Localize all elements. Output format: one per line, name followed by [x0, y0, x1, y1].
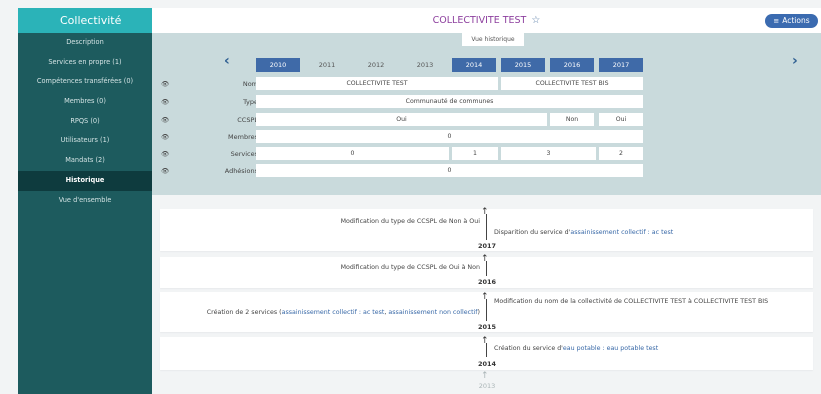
sidebar-item-description[interactable]: Description: [18, 33, 152, 53]
timeline-line: [486, 299, 487, 321]
page-title: COLLECTIVITE TEST ☆: [152, 8, 821, 33]
event-2016-left: Modification du type de CCSPL de Oui à N…: [340, 264, 480, 271]
timeline-line: [486, 261, 487, 276]
year-2015[interactable]: 2015: [501, 58, 545, 72]
history-panel: Vue historique ‹ › 2010 2011 2012 2013 2…: [152, 33, 821, 195]
cell-adhesions-1: 0: [256, 164, 643, 177]
timeline-line: [486, 214, 487, 240]
sidebar-item-mandats[interactable]: Mandats (2): [18, 151, 152, 171]
row-label-ccspl: CCSPL: [237, 116, 258, 124]
chevron-left-icon[interactable]: ‹: [224, 53, 230, 69]
menu-icon: ≡: [773, 17, 780, 25]
event-text: Création de 2 services (: [206, 309, 282, 316]
event-2015-left: Création de 2 services (assainissement c…: [207, 309, 480, 316]
star-icon[interactable]: ☆: [531, 15, 540, 26]
event-text: Disparition du service d': [494, 229, 571, 236]
timeline-year-2015: 2015: [477, 323, 497, 331]
up-arrow-icon: ↑: [481, 207, 489, 217]
cell-services-1: 0: [256, 147, 449, 160]
eye-icon[interactable]: 👁: [161, 98, 169, 106]
up-arrow-icon: ↑: [481, 371, 489, 381]
up-arrow-icon: ↑: [481, 254, 489, 264]
tab-vue-historique[interactable]: Vue historique: [462, 33, 524, 46]
cell-nom-2: COLLECTIVITE TEST BIS: [501, 77, 643, 90]
service-link[interactable]: eau potable : eau potable test: [563, 345, 658, 352]
cell-ccspl-1: Oui: [256, 113, 547, 126]
sidebar-header[interactable]: Collectivité: [18, 8, 158, 33]
year-2010[interactable]: 2010: [256, 58, 300, 72]
cell-services-2: 1: [452, 147, 498, 160]
sidebar-item-rpqs[interactable]: RPQS (0): [18, 112, 152, 132]
event-text: ): [477, 309, 480, 316]
sidebar-item-historique[interactable]: Historique: [18, 170, 156, 191]
cell-ccspl-3: Oui: [599, 113, 643, 126]
cell-type-1: Communauté de communes: [256, 95, 643, 108]
year-2011[interactable]: 2011: [305, 58, 349, 72]
eye-icon[interactable]: 👁: [161, 80, 169, 88]
service-link[interactable]: assainissement collectif : ac test: [570, 229, 673, 236]
cell-services-4: 2: [599, 147, 643, 160]
year-2013[interactable]: 2013: [403, 58, 447, 72]
year-2014[interactable]: 2014: [452, 58, 496, 72]
sidebar: Description Services en propre (1) Compé…: [18, 8, 156, 394]
row-label-type: Type: [243, 98, 258, 106]
event-2017-right: Disparition du service d'assainissement …: [494, 229, 673, 236]
chevron-right-icon[interactable]: ›: [792, 53, 798, 69]
timeline-year-2017: 2017: [477, 242, 497, 250]
collectivite-name: COLLECTIVITE TEST: [432, 15, 527, 26]
service-link[interactable]: assainissement collectif : ac test: [282, 309, 385, 316]
sidebar-item-vue-ensemble[interactable]: Vue d'ensemble: [18, 191, 152, 211]
timeline-year-2013: 2013: [478, 382, 496, 390]
sidebar-item-membres[interactable]: Membres (0): [18, 92, 152, 112]
year-2017[interactable]: 2017: [599, 58, 643, 72]
event-2017-left: Modification du type de CCSPL de Non à O…: [340, 218, 480, 225]
top-bar: COLLECTIVITE TEST ☆ ≡ Actions: [152, 8, 821, 33]
sidebar-item-services[interactable]: Services en propre (1): [18, 53, 152, 73]
eye-icon[interactable]: 👁: [161, 150, 169, 158]
cell-services-3: 3: [501, 147, 596, 160]
eye-icon[interactable]: 👁: [161, 167, 169, 175]
actions-button[interactable]: ≡ Actions: [765, 14, 818, 28]
timeline-year-2016: 2016: [477, 278, 497, 286]
sidebar-item-competences[interactable]: Compétences transférées (0): [18, 72, 152, 92]
event-2014-right: Création du service d'eau potable : eau …: [494, 345, 658, 352]
row-label-nom: Nom: [242, 80, 258, 88]
event-text: Création du service d': [494, 345, 563, 352]
timeline-line: [486, 343, 487, 357]
row-label-adhesions: Adhésions: [224, 167, 258, 175]
year-2016[interactable]: 2016: [550, 58, 594, 72]
cell-membres-1: 0: [256, 130, 643, 143]
sidebar-menu: Description Services en propre (1) Compé…: [18, 33, 156, 211]
timeline-year-2014: 2014: [477, 360, 497, 368]
row-label-membres: Membres: [228, 133, 258, 141]
service-link[interactable]: assainissement non collectif: [388, 309, 477, 316]
cell-nom-1: COLLECTIVITE TEST: [256, 77, 498, 90]
row-label-services: Services: [230, 150, 258, 158]
actions-label: Actions: [782, 16, 810, 25]
eye-icon[interactable]: 👁: [161, 133, 169, 141]
event-2015-right: Modification du nom de la collectivité d…: [494, 298, 769, 305]
up-arrow-icon: ↑: [481, 292, 489, 302]
eye-icon[interactable]: 👁: [161, 116, 169, 124]
year-2012[interactable]: 2012: [354, 58, 398, 72]
cell-ccspl-2: Non: [550, 113, 594, 126]
up-arrow-icon: ↑: [481, 336, 489, 346]
sidebar-item-utilisateurs[interactable]: Utilisateurs (1): [18, 131, 152, 151]
